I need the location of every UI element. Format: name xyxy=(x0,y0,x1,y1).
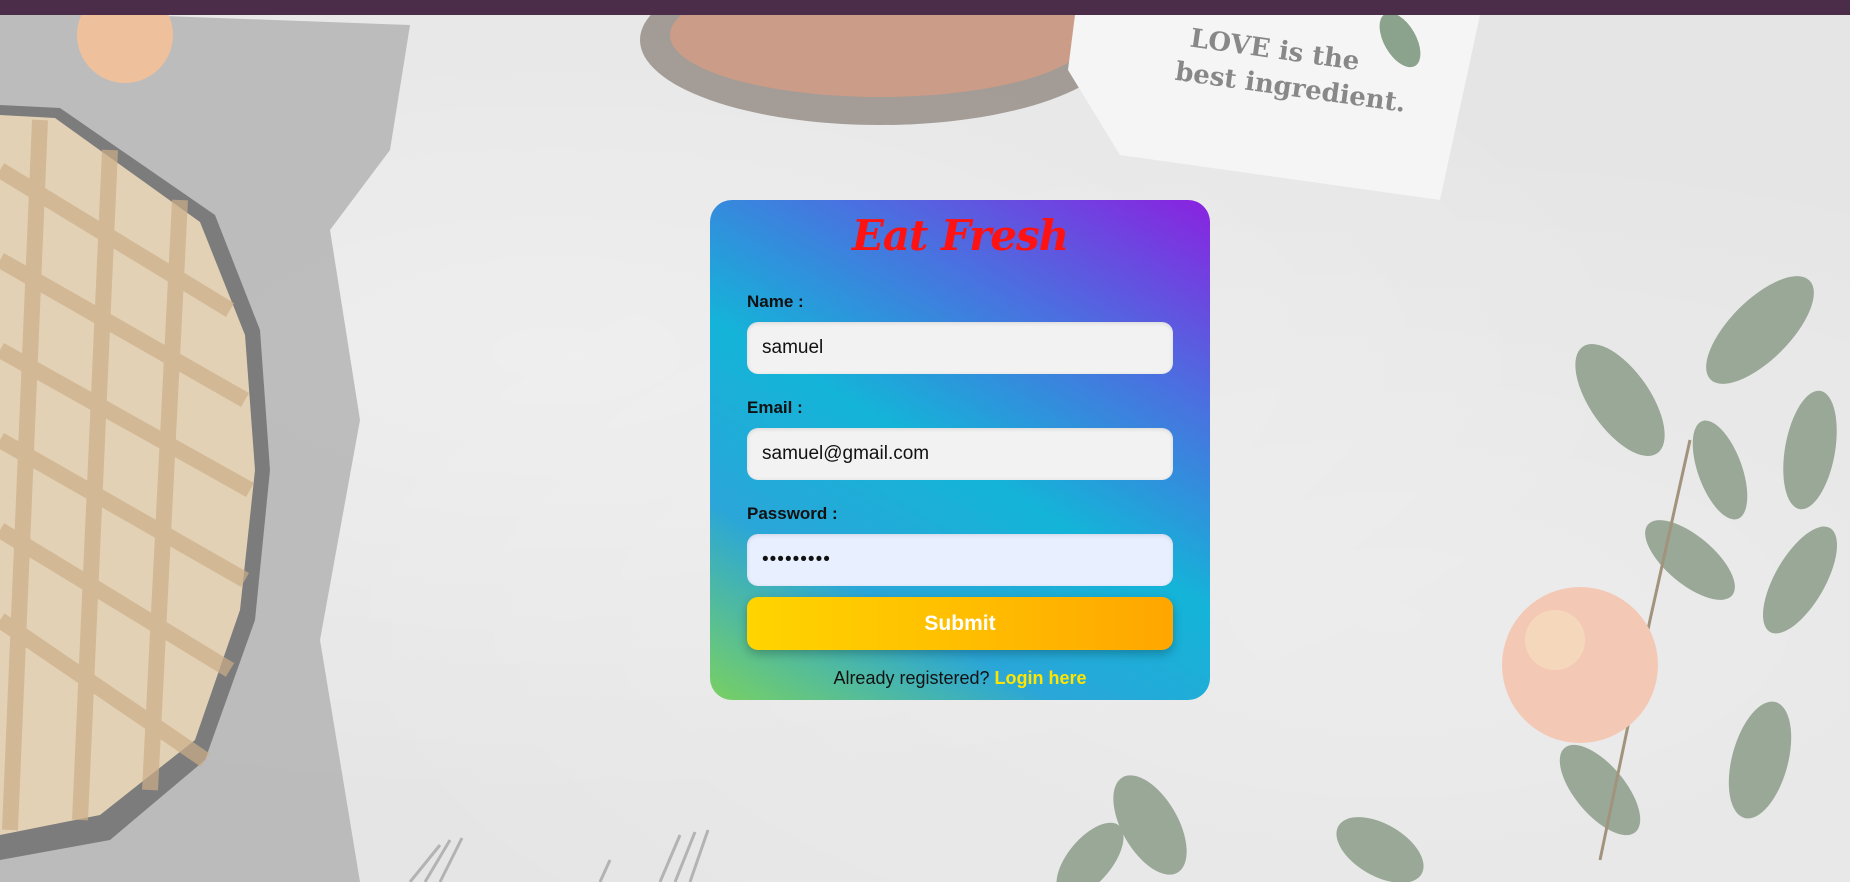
email-label: Email : xyxy=(747,398,803,417)
password-input[interactable] xyxy=(747,534,1173,586)
signup-card: Eat Fresh Name : Email : Password : Subm… xyxy=(710,200,1210,700)
brand-title: Eat Fresh xyxy=(851,211,1069,260)
login-prompt: Already registered? Login here xyxy=(747,668,1173,689)
name-input[interactable] xyxy=(747,322,1173,374)
top-bar xyxy=(0,0,1850,15)
name-label: Name : xyxy=(747,292,804,311)
registered-prompt-text: Already registered? xyxy=(833,668,990,688)
login-link[interactable]: Login here xyxy=(995,668,1087,688)
password-label: Password : xyxy=(747,504,838,523)
submit-button[interactable]: Submit xyxy=(747,597,1173,650)
email-input[interactable] xyxy=(747,428,1173,480)
page-background: LOVE is the best ingredient. Eat Fresh N… xyxy=(0,0,1850,882)
